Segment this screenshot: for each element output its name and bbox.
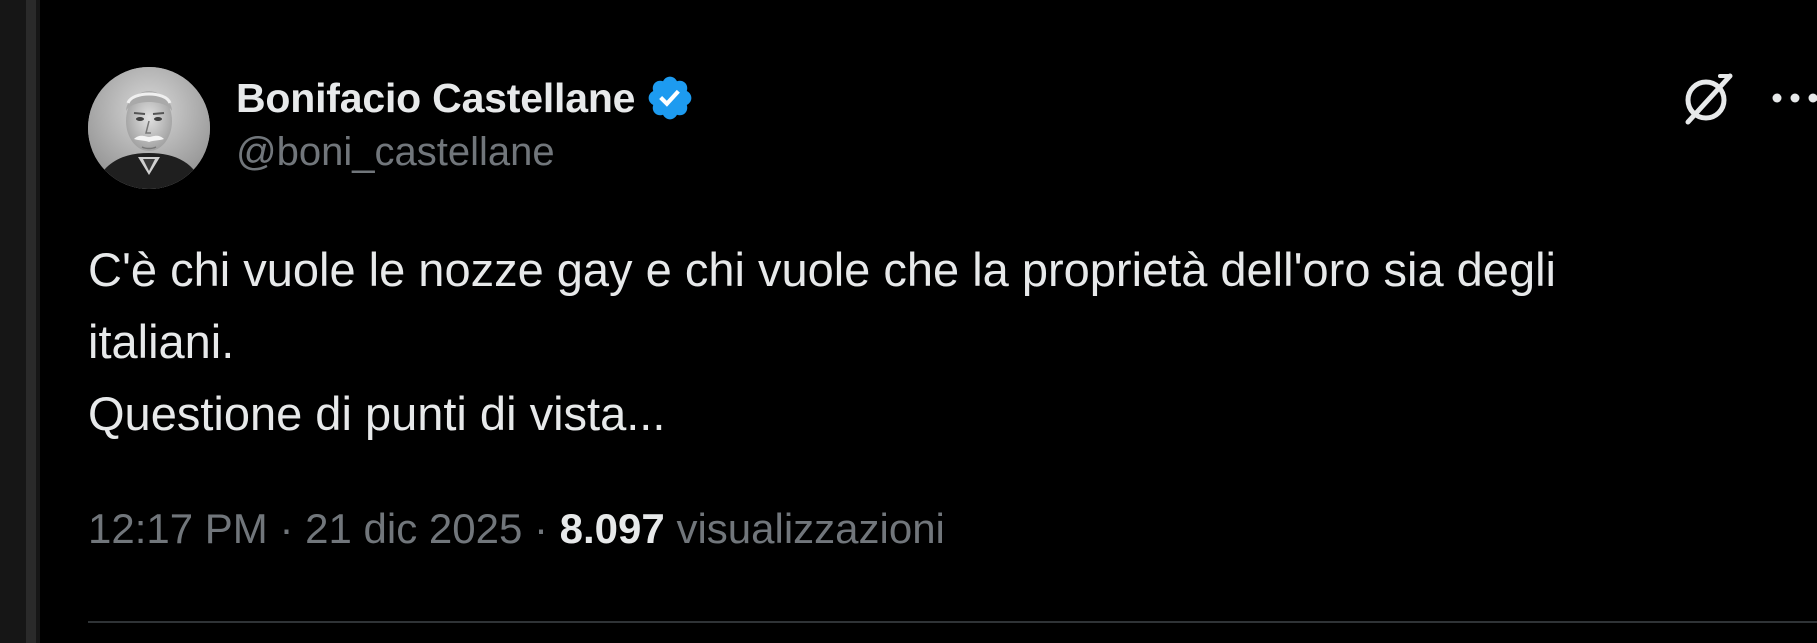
views-label[interactable]: visualizzazioni — [676, 505, 944, 552]
tweet-time: 12:17 PM — [88, 505, 268, 552]
tweet-text: C'è chi vuole le nozze gay e chi vuole c… — [88, 234, 1778, 450]
tweet-text-line: italiani. — [88, 315, 235, 368]
tweet-metadata: 12:17 PM · 21 dic 2025 · 8.097 visualizz… — [88, 505, 945, 553]
more-options-icon[interactable] — [1770, 78, 1817, 118]
tweet-timestamp-link[interactable]: 12:17 PM · 21 dic 2025 — [88, 505, 522, 552]
views-count[interactable]: 8.097 — [560, 505, 665, 552]
left-panel-edge — [0, 0, 40, 643]
tweet-date: 21 dic 2025 — [305, 505, 523, 552]
author-display-name[interactable]: Bonifacio Castellane — [236, 75, 635, 122]
author-info: Bonifacio Castellane @boni_castellane — [236, 70, 695, 175]
meta-separator: · — [279, 505, 294, 552]
meta-separator: · — [533, 505, 548, 552]
avatar[interactable] — [88, 67, 210, 189]
tweet-text-line: C'è chi vuole le nozze gay e chi vuole c… — [88, 243, 1556, 296]
tweet-text-line: Questione di punti di vista... — [88, 387, 666, 440]
author-handle[interactable]: @boni_castellane — [236, 130, 695, 175]
divider — [88, 621, 1817, 623]
grok-icon[interactable] — [1680, 70, 1736, 126]
author-name-row: Bonifacio Castellane — [236, 70, 695, 126]
verified-badge-icon[interactable] — [645, 73, 695, 123]
portrait-photo — [88, 67, 210, 189]
tweet-detail: Bonifacio Castellane @boni_castellane C'… — [88, 0, 1817, 643]
left-panel-border — [26, 0, 36, 643]
